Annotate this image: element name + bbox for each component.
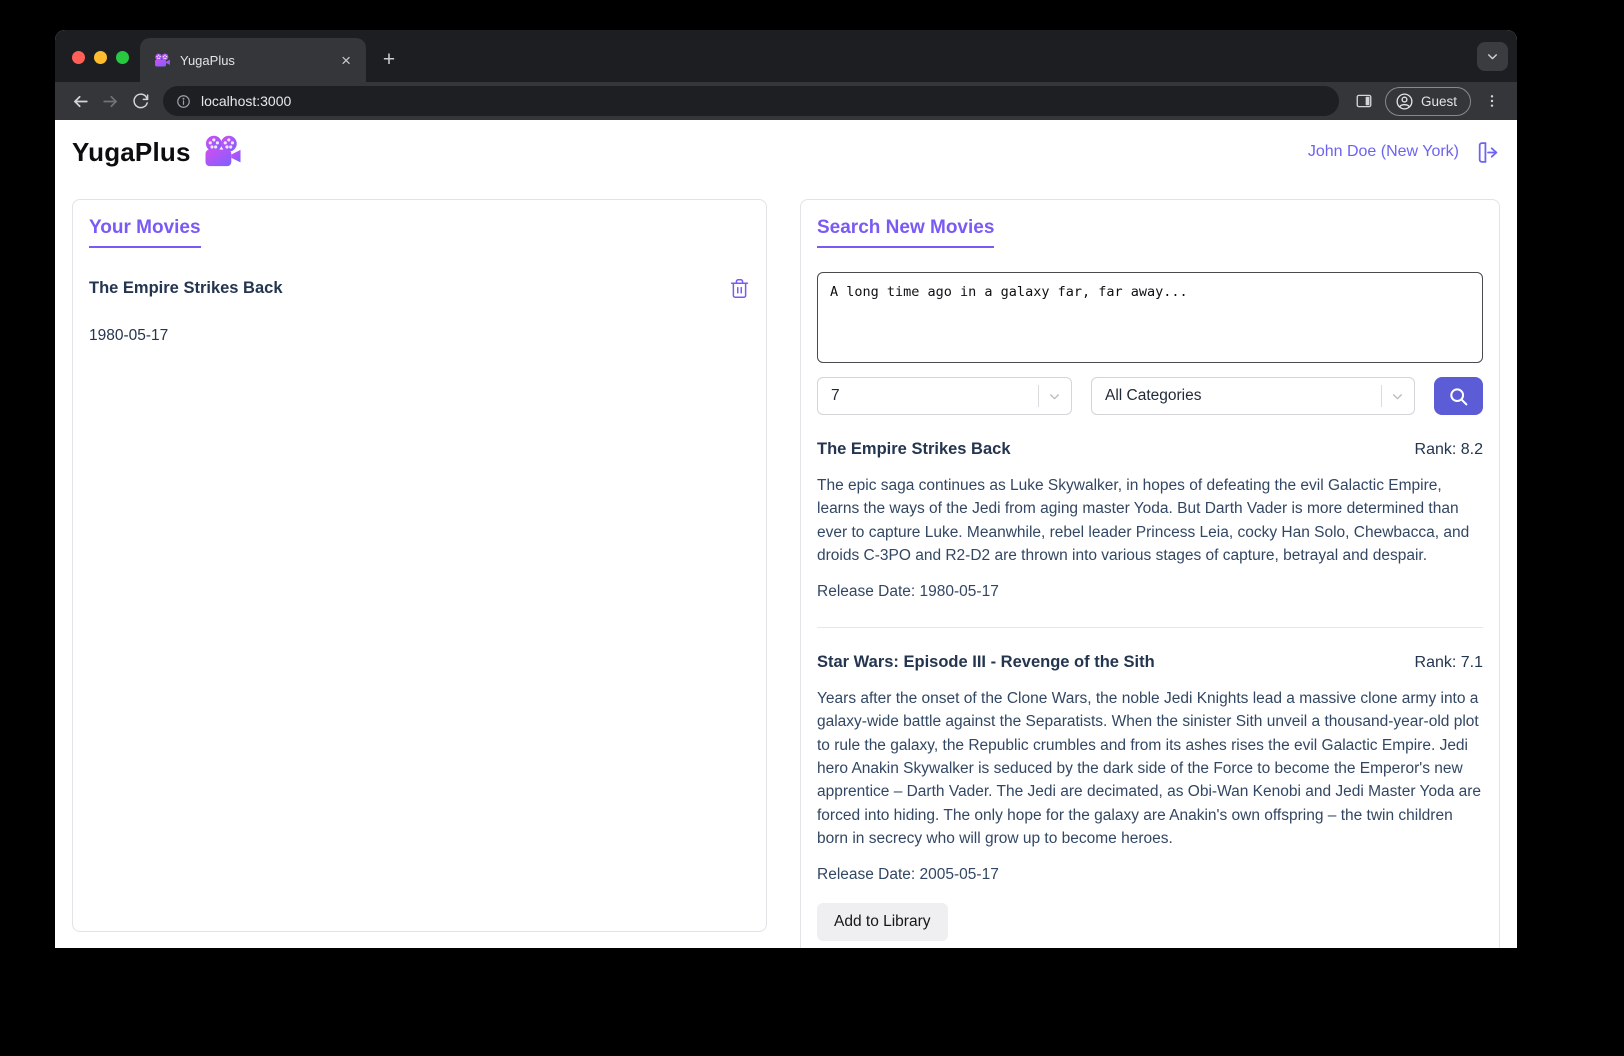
kebab-menu-icon [1484,93,1500,109]
result-rank: Rank: 8.2 [1415,441,1483,459]
your-movies-heading: Your Movies [89,217,201,248]
forward-button[interactable] [95,86,125,116]
side-panel-button[interactable] [1349,86,1379,116]
result-title: Star Wars: Episode III - Revenge of the … [817,653,1155,672]
chevron-down-icon [1391,390,1404,403]
search-controls: 7 All Categories [817,377,1483,415]
library-movie-row: The Empire Strikes Back [89,277,750,300]
tab-search-button[interactable] [1477,42,1508,71]
search-panel: Search New Movies A long time ago in a g… [800,199,1500,948]
library-movie-title: The Empire Strikes Back [89,279,283,298]
chevron-down-icon [1048,390,1061,403]
logout-icon [1475,140,1500,165]
browser-menu-button[interactable] [1477,86,1507,116]
profile-button[interactable]: Guest [1385,87,1471,116]
arrow-right-icon [101,92,120,111]
window-controls [72,51,129,64]
arrow-left-icon [71,92,90,111]
delete-movie-button[interactable] [729,277,750,300]
address-bar[interactable]: localhost:3000 [163,86,1339,116]
app-header: YugaPlus John Doe (New York) [55,120,1517,184]
app-logo: YugaPlus [72,135,243,169]
result-release-date: Release Date: 2005-05-17 [817,866,1483,884]
guest-avatar-icon [1395,92,1414,111]
close-window-button[interactable] [72,51,85,64]
your-movies-panel: Your Movies The Empire Strikes Back 1980… [72,199,767,932]
header-user-area: John Doe (New York) [1308,140,1500,165]
search-prompt-input[interactable]: A long time ago in a galaxy far, far awa… [817,272,1483,363]
new-tab-button[interactable]: + [374,45,404,75]
minimize-window-button[interactable] [94,51,107,64]
back-button[interactable] [65,86,95,116]
movie-camera-icon [203,135,243,169]
search-heading: Search New Movies [817,217,994,248]
result-title: The Empire Strikes Back [817,440,1011,459]
result-rank: Rank: 7.1 [1415,654,1483,672]
search-button[interactable] [1434,377,1483,415]
browser-window: YugaPlus × + localhost:3000 Guest [55,30,1517,948]
browser-toolbar: localhost:3000 Guest [55,82,1517,120]
reload-button[interactable] [125,86,155,116]
rank-select[interactable]: 7 [817,377,1072,415]
rank-select-value: 7 [831,387,1038,405]
search-result: Star Wars: Episode III - Revenge of the … [817,653,1483,948]
reload-icon [132,93,149,110]
category-select[interactable]: All Categories [1091,377,1415,415]
result-divider [817,627,1483,628]
search-result: The Empire Strikes Back Rank: 8.2 The ep… [817,440,1483,628]
side-panel-icon [1355,92,1373,110]
library-movie-date: 1980-05-17 [89,327,750,345]
select-divider [1381,385,1382,407]
browser-tab[interactable]: YugaPlus × [140,38,366,82]
search-icon [1448,386,1469,407]
main-content: Your Movies The Empire Strikes Back 1980… [55,184,1517,948]
result-header: The Empire Strikes Back Rank: 8.2 [817,440,1483,459]
select-divider [1038,385,1039,407]
result-header: Star Wars: Episode III - Revenge of the … [817,653,1483,672]
logout-button[interactable] [1475,140,1500,165]
page: YugaPlus John Doe (New York) Your Movies [55,120,1517,948]
result-release-date: Release Date: 1980-05-17 [817,583,1483,601]
chevron-down-icon [1486,50,1499,63]
tab-close-icon[interactable]: × [336,50,356,71]
add-to-library-button[interactable]: Add to Library [817,903,948,941]
tab-favicon-camera-icon [154,53,171,68]
fullscreen-window-button[interactable] [116,51,129,64]
category-select-value: All Categories [1105,387,1381,405]
tab-strip: YugaPlus × + [55,30,1517,82]
app-title: YugaPlus [72,137,191,168]
result-description: Years after the onset of the Clone Wars,… [817,687,1483,850]
profile-label: Guest [1421,94,1457,109]
url-text: localhost:3000 [201,93,291,109]
info-icon[interactable] [176,94,191,109]
user-name-label: John Doe (New York) [1308,143,1459,161]
trash-icon [729,277,750,300]
result-description: The epic saga continues as Luke Skywalke… [817,474,1483,567]
tab-title: YugaPlus [180,53,327,68]
